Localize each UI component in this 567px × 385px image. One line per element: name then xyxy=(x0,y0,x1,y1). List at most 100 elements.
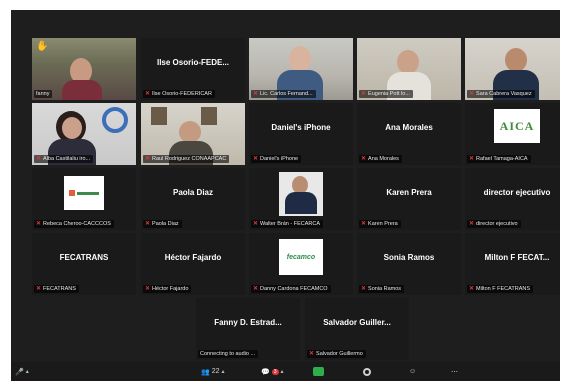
chat-button[interactable]: 💬 3 ▴ xyxy=(261,365,284,378)
zoom-meeting-window: ✋ fanny Ilse Osorio-FEDE... ✕ Ilse Osori… xyxy=(11,10,560,381)
participant-tile[interactable]: ✕ Sara Cabrera Vasquez xyxy=(465,38,560,100)
mic-muted-icon: ✕ xyxy=(253,91,259,97)
participant-name-tag: ✕ Héctor Fajardo xyxy=(143,285,192,293)
mic-muted-icon: ✕ xyxy=(469,91,475,97)
aica-logo: AICA xyxy=(494,109,540,143)
participant-tile[interactable]: ✕ Eugenia Pott lo... xyxy=(357,38,461,100)
gallery-view: ✋ fanny Ilse Osorio-FEDE... ✕ Ilse Osori… xyxy=(11,10,560,360)
participant-name-tag: ✕ Ilse Osorio-FEDERICAR xyxy=(143,90,215,98)
participant-name-tag: ✕ Danny Cardona FECAMCO xyxy=(251,285,331,293)
mute-button[interactable]: 🎤 ▴ xyxy=(15,365,29,378)
participant-display-name: Héctor Fajardo xyxy=(164,253,222,262)
mic-muted-icon: ✕ xyxy=(361,286,367,292)
chat-unread-badge: 3 xyxy=(271,368,279,375)
participant-name-tag: ✕ Ana Morales xyxy=(359,155,402,163)
participant-display-name: Fanny D. Estrad... xyxy=(214,318,282,327)
record-button[interactable] xyxy=(363,365,371,378)
participant-name-tag: ✕ Eugenia Pott lo... xyxy=(359,90,413,98)
microphone-icon: 🎤 xyxy=(15,368,24,376)
participant-name-tag: ✕ Walter Brán - FECARCA xyxy=(251,220,324,228)
mic-muted-icon: ✕ xyxy=(361,156,367,162)
participant-photo xyxy=(279,172,323,216)
reactions-button[interactable]: ☺ xyxy=(409,365,416,378)
mic-muted-icon: ✕ xyxy=(36,221,42,227)
participant-tile[interactable]: ✕ Rebeca Cheroo-CACCCOS xyxy=(32,168,136,230)
participant-tile[interactable]: FECATRANS ✕ FECATRANS xyxy=(32,233,136,295)
more-button[interactable]: ⋯ xyxy=(451,365,458,378)
raised-hand-icon: ✋ xyxy=(36,41,49,52)
participant-tile[interactable]: Karen Prera ✕ Karen Prera xyxy=(357,168,461,230)
participant-tile[interactable]: ✕ Lic. Carlos Fernand... xyxy=(249,38,353,100)
participant-tile[interactable]: ✕ Walter Brán - FECARCA xyxy=(249,168,353,230)
participant-name-tag: ✕ Salvador Guillermo xyxy=(307,350,366,358)
fecamco-logo: fecamco xyxy=(279,239,323,275)
participant-display-name: director ejecutivo xyxy=(483,188,551,197)
participant-name-tag: Connecting to audio ... xyxy=(198,350,259,358)
mic-muted-icon: ✕ xyxy=(145,91,151,97)
mic-muted-icon: ✕ xyxy=(469,156,475,162)
participant-name-tag: ✕ Rebeca Cheroo-CACCCOS xyxy=(34,220,114,228)
participant-tile[interactable]: Milton F FECAT... ✕ Milton F FECATRANS xyxy=(465,233,560,295)
participant-tile[interactable]: Salvador Guiller... ✕ Salvador Guillermo xyxy=(305,298,409,360)
mic-muted-icon: ✕ xyxy=(145,221,151,227)
participant-tile[interactable]: Héctor Fajardo ✕ Héctor Fajardo xyxy=(141,233,245,295)
participant-display-name: Salvador Guiller... xyxy=(323,318,391,327)
participant-name-tag: ✕ FECATRANS xyxy=(34,285,79,293)
participant-tile[interactable]: ✕ Alba Castilaliu iro... xyxy=(32,103,136,165)
record-icon xyxy=(363,367,371,376)
mic-muted-icon: ✕ xyxy=(145,156,151,162)
participant-name-tag: ✕ Paola Diaz xyxy=(143,220,182,228)
reactions-icon: ☺ xyxy=(409,368,417,375)
participant-display-name: Paola Diaz xyxy=(172,188,213,197)
participant-tile[interactable]: ✕ Raul Rodriguez CONAAPCAC xyxy=(141,103,245,165)
participant-tile[interactable]: Ana Morales ✕ Ana Morales xyxy=(357,103,461,165)
participant-display-name: Ana Morales xyxy=(385,123,433,132)
chat-icon: 💬 xyxy=(261,368,270,376)
meeting-toolbar: 🎤 ▴ 👥 22 ▴ 💬 3 ▴ ☺ ⋯ xyxy=(11,362,560,381)
participant-display-name: FECATRANS xyxy=(59,253,109,262)
participant-tile[interactable]: Sonia Ramos ✕ Sonia Ramos xyxy=(357,233,461,295)
participant-name-tag: ✕ Sara Cabrera Vasquez xyxy=(467,90,535,98)
participant-tile[interactable]: AICA ✕ Rafael Tamaga-AICA xyxy=(465,103,560,165)
mic-muted-icon: ✕ xyxy=(253,156,259,162)
participants-button[interactable]: 👥 22 ▴ xyxy=(201,365,225,378)
participant-name-tag: ✕ Daniel's iPhone xyxy=(251,155,302,163)
participant-display-name: Sonia Ramos xyxy=(383,253,435,262)
participant-name-tag: ✕ Milton F FECATRANS xyxy=(467,285,534,293)
participant-name-tag: ✕ Lic. Carlos Fernand... xyxy=(251,90,316,98)
mic-muted-icon: ✕ xyxy=(253,221,259,227)
participant-name-tag: ✕ Karen Prera xyxy=(359,220,401,228)
participant-tile[interactable]: director ejecutivo ✕ director ejecutivo xyxy=(465,168,560,230)
participant-tile[interactable]: ✋ fanny xyxy=(32,38,136,100)
participant-tile[interactable]: Daniel's iPhone ✕ Daniel's iPhone xyxy=(249,103,353,165)
mic-muted-icon: ✕ xyxy=(361,91,367,97)
participant-name-tag: ✕ Raul Rodriguez CONAAPCAC xyxy=(143,155,230,163)
chevron-up-icon: ▴ xyxy=(221,369,225,375)
mic-muted-icon: ✕ xyxy=(145,286,151,292)
mic-muted-icon: ✕ xyxy=(309,351,315,357)
mic-muted-icon: ✕ xyxy=(361,221,367,227)
participant-display-name: Ilse Osorio-FEDE... xyxy=(156,58,229,67)
mic-muted-icon: ✕ xyxy=(469,221,475,227)
share-screen-button[interactable] xyxy=(313,365,324,378)
participants-count: 22 xyxy=(211,368,220,375)
mic-muted-icon: ✕ xyxy=(253,286,259,292)
participant-tile[interactable]: Paola Diaz ✕ Paola Diaz xyxy=(141,168,245,230)
participant-name-tag: ✕ Rafael Tamaga-AICA xyxy=(467,155,531,163)
participant-name-tag: ✕ Alba Castilaliu iro... xyxy=(34,155,94,163)
more-icon: ⋯ xyxy=(451,368,458,376)
participant-name-tag: ✕ Sonia Ramos xyxy=(359,285,405,293)
chevron-up-icon: ▴ xyxy=(280,369,284,375)
participant-tile[interactable]: Ilse Osorio-FEDE... ✕ Ilse Osorio-FEDERI… xyxy=(141,38,245,100)
mic-muted-icon: ✕ xyxy=(36,156,42,162)
mic-muted-icon: ✕ xyxy=(469,286,475,292)
participant-tile[interactable]: Fanny D. Estrad... Connecting to audio .… xyxy=(196,298,300,360)
chevron-up-icon: ▴ xyxy=(25,369,29,375)
participant-tile[interactable]: fecamco ✕ Danny Cardona FECAMCO xyxy=(249,233,353,295)
participant-name-tag: fanny xyxy=(34,90,53,98)
mic-muted-icon: ✕ xyxy=(36,286,42,292)
participant-display-name: Karen Prera xyxy=(386,188,432,197)
participant-display-name: Milton F FECAT... xyxy=(484,253,550,262)
participant-display-name: Daniel's iPhone xyxy=(271,123,331,132)
share-screen-icon xyxy=(313,367,324,376)
